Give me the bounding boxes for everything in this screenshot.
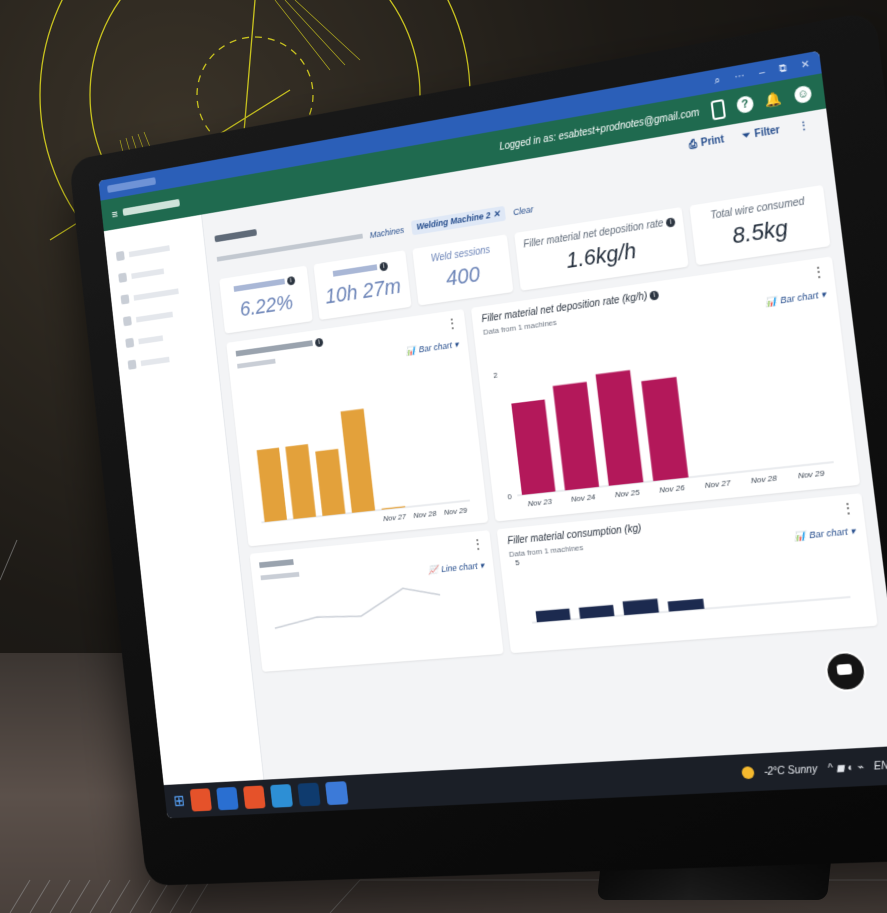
close-button[interactable]: ✕	[800, 58, 810, 71]
main-content: ⎙ Print ⏷ Filter ⋮ Machines Welding Machin…	[202, 108, 887, 781]
taskbar-app-icon[interactable]	[270, 784, 294, 808]
app-tab[interactable]	[107, 177, 156, 193]
bar[interactable]	[552, 381, 600, 491]
kpi-card: i 10h 27m	[313, 250, 412, 320]
taskbar-app-icon[interactable]	[190, 788, 213, 812]
more-icon[interactable]: ···	[734, 70, 746, 83]
x-tick-label: Nov 24	[570, 492, 595, 504]
dashboard-screen: ⌕ ··· – ⧉ ✕ ≡ Logged in as: esabtest+pro…	[98, 50, 887, 819]
bell-icon[interactable]: 🔔	[764, 90, 783, 109]
kpi-card: Filler material net deposition rate i 1.…	[514, 206, 690, 291]
kpi-card: i 6.22%	[219, 265, 314, 334]
chip-close-icon[interactable]: ✕	[492, 209, 500, 220]
x-tick-label: Nov 27	[383, 512, 407, 524]
tray-icons[interactable]: ^ ◼ ◐ ⌁	[827, 761, 864, 774]
bar[interactable]	[256, 447, 288, 523]
info-icon[interactable]: i	[314, 337, 324, 348]
chart-type-label: Line chart	[440, 560, 479, 575]
chart-type-label: Bar chart	[808, 526, 849, 541]
bar[interactable]	[285, 444, 317, 520]
taskbar-app-icon[interactable]	[297, 782, 321, 807]
card-menu-icon[interactable]: ⋮	[811, 264, 825, 280]
kpi-card: Weld sessions 400	[412, 234, 514, 306]
bar[interactable]	[641, 376, 689, 482]
info-icon[interactable]: i	[379, 261, 389, 272]
search-icon[interactable]: ⌕	[714, 74, 721, 86]
nav-icon	[118, 272, 128, 283]
filter-button[interactable]: ⏷ Filter	[742, 125, 781, 143]
taskbar-app-icon[interactable]	[216, 786, 240, 811]
app-logo[interactable]: ≡	[111, 196, 181, 221]
chip-label: Welding Machine 2	[416, 210, 492, 232]
clear-filter-link[interactable]: Clear	[512, 204, 533, 217]
x-tick-label: Nov 29	[443, 505, 467, 517]
y-tick-label: 2	[493, 370, 498, 380]
info-icon[interactable]: i	[665, 217, 676, 228]
x-tick-label: Nov 27	[704, 478, 732, 491]
bar[interactable]	[340, 408, 376, 513]
x-tick-label: Nov 26	[659, 482, 686, 494]
x-tick-label: Nov 28	[413, 508, 438, 520]
minimize-button[interactable]: –	[758, 66, 765, 78]
machines-label: Machines	[369, 224, 405, 240]
taskbar-app-icon[interactable]	[243, 785, 267, 810]
chart-card-left-bottom: ⋮ 📈 Line chart ▾	[249, 530, 504, 672]
y-tick-label: 0	[507, 492, 512, 502]
tablet-device: ⌕ ··· – ⧉ ✕ ≡ Logged in as: esabtest+pro…	[68, 10, 887, 886]
bar-chart-left-top: Nov 27 Nov 28 Nov 29	[256, 408, 477, 538]
chat-button[interactable]	[823, 650, 869, 693]
more-menu-button[interactable]: ⋮	[798, 120, 810, 133]
line-series	[272, 585, 442, 628]
card-menu-icon[interactable]: ⋮	[471, 537, 484, 552]
weather-icon	[740, 766, 755, 780]
account-icon[interactable]: ☺	[793, 84, 813, 105]
print-label: Print	[700, 134, 725, 150]
kpi-card: Total wire consumed 8.5kg	[689, 184, 831, 266]
weather-text[interactable]: -2°C Sunny	[763, 763, 818, 777]
bar[interactable]	[511, 399, 556, 495]
chart-card-right-top: Filler material net deposition rate (kg/…	[470, 256, 861, 522]
filter-label: Filter	[753, 124, 781, 141]
start-icon[interactable]: ⊞	[173, 791, 186, 810]
x-tick-label: Nov 28	[750, 473, 778, 486]
bar-chart-consumption: 5	[515, 558, 858, 628]
bar[interactable]	[315, 448, 346, 517]
nav-icon	[125, 337, 135, 349]
language-indicator[interactable]: ENG	[873, 759, 887, 772]
phone-icon[interactable]	[710, 98, 726, 120]
chart-card-right-bottom: Filler material consumption (kg) Data fr…	[496, 493, 878, 654]
info-icon[interactable]: i	[286, 275, 296, 286]
print-icon: ⎙	[688, 138, 698, 152]
x-tick-label: Nov 29	[797, 468, 825, 481]
bar[interactable]	[622, 598, 660, 616]
print-button[interactable]: ⎙ Print	[688, 134, 724, 151]
card-menu-icon[interactable]: ⋮	[446, 316, 459, 331]
chart-card-left-top: i ⋮ 📊 Bar chart ▾ Nov 27 Nov 28 Nov 29	[226, 308, 489, 547]
restore-button[interactable]: ⧉	[778, 62, 787, 75]
nav-icon	[120, 294, 130, 305]
x-tick-label: Nov 25	[614, 487, 641, 499]
nav-icon	[122, 316, 132, 327]
card-menu-icon[interactable]: ⋮	[841, 500, 856, 516]
taskbar-app-icon[interactable]	[325, 781, 349, 806]
info-icon[interactable]: i	[649, 290, 660, 301]
help-icon[interactable]: ?	[735, 94, 755, 115]
nav-icon	[127, 359, 137, 370]
hamburger-icon[interactable]: ≡	[111, 206, 119, 221]
x-tick-label: Nov 23	[527, 496, 553, 508]
nav-icon	[115, 250, 125, 262]
filter-icon: ⏷	[741, 129, 752, 143]
bar[interactable]	[595, 370, 644, 486]
y-tick-label: 5	[515, 558, 520, 568]
